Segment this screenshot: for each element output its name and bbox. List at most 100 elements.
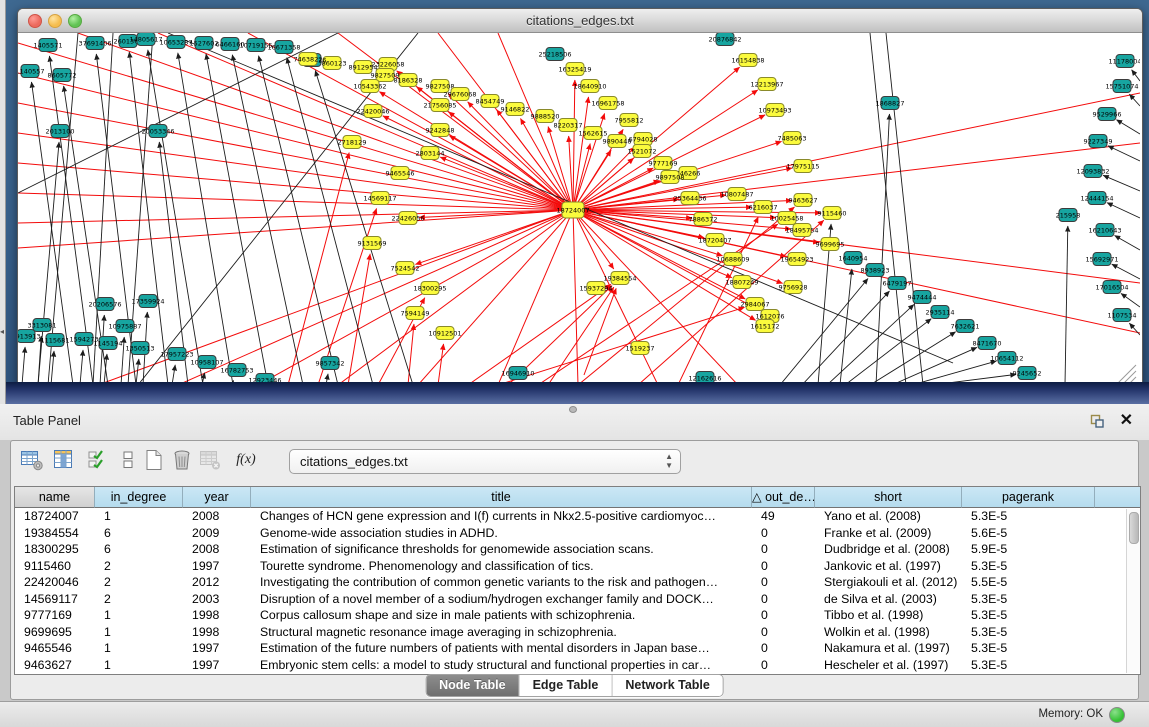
- graph-node[interactable]: 16782753: [220, 364, 253, 377]
- tab-network-table[interactable]: Network Table: [612, 675, 723, 696]
- graph-node[interactable]: 18300295: [413, 282, 446, 295]
- graph-node[interactable]: 18807249: [725, 276, 758, 289]
- graph-node[interactable]: 15751074: [1105, 80, 1138, 93]
- graph-node[interactable]: 18640910: [573, 80, 606, 93]
- graph-node[interactable]: 2013100: [46, 125, 75, 138]
- graph-node[interactable]: 25218506: [538, 48, 571, 61]
- graph-node[interactable]: 20053346: [141, 125, 174, 138]
- graph-node[interactable]: 10807487: [720, 188, 753, 201]
- delete-table-button[interactable]: [197, 447, 223, 473]
- graph-node[interactable]: 12213967: [750, 78, 783, 91]
- graph-node[interactable]: 1107534: [1108, 309, 1137, 322]
- graph-node[interactable]: 25364436: [673, 192, 706, 205]
- graph-node[interactable]: 12444154: [1080, 192, 1113, 205]
- float-panel-icon[interactable]: [1089, 413, 1105, 429]
- graph-node[interactable]: 7594149: [401, 307, 430, 320]
- graph-node[interactable]: 14569117: [363, 192, 396, 205]
- table-row[interactable]: 1456911722003Disruption of a novel membe…: [15, 591, 1140, 608]
- table-row[interactable]: 946362711997Embryonic stem cells: a mode…: [15, 657, 1140, 674]
- table-scrollbar[interactable]: [1126, 509, 1140, 673]
- graph-node[interactable]: 1615172: [751, 320, 780, 333]
- graph-node[interactable]: 21756085: [423, 99, 456, 112]
- graph-node[interactable]: 6794028: [629, 133, 658, 146]
- graph-node[interactable]: 9463627: [789, 194, 818, 207]
- graph-node[interactable]: 37691406: [78, 37, 111, 50]
- graph-node[interactable]: 8186328: [394, 74, 423, 87]
- graph-node[interactable]: 7524542: [391, 262, 420, 275]
- graph-node[interactable]: 16325419: [558, 63, 591, 76]
- citation-network-graph[interactable]: 1872400725218506163254191864091016961758…: [18, 33, 1140, 385]
- table-settings-button[interactable]: [19, 447, 45, 473]
- graph-node[interactable]: 9699695: [816, 238, 845, 251]
- graph-node[interactable]: 8605772: [48, 69, 77, 82]
- graph-node[interactable]: 20876842: [708, 33, 741, 46]
- graph-node[interactable]: 16671358: [267, 41, 300, 54]
- network-window-titlebar[interactable]: citations_edges.txt: [18, 9, 1142, 33]
- graph-node[interactable]: 16210643: [1088, 224, 1121, 237]
- graph-node[interactable]: 9131569: [358, 237, 387, 250]
- column-header-in_degree[interactable]: in_degree: [95, 487, 183, 508]
- graph-node[interactable]: 1405571: [34, 39, 63, 52]
- show-column-button[interactable]: [51, 447, 77, 473]
- left-splitter-collapse-icon[interactable]: ◂: [0, 328, 4, 336]
- graph-node[interactable]: 7886372: [689, 213, 718, 226]
- graph-node[interactable]: 19654923: [780, 253, 813, 266]
- graph-node[interactable]: 1115681: [41, 334, 70, 347]
- table-row[interactable]: 2242004622012Investigating the contribut…: [15, 574, 1140, 591]
- resize-grip[interactable]: [1118, 365, 1136, 383]
- scrollbar-thumb[interactable]: [1129, 512, 1139, 544]
- table-row[interactable]: 1938455462009Genome-wide association stu…: [15, 525, 1140, 542]
- graph-node[interactable]: 10543362: [353, 80, 386, 93]
- table-select-dropdown[interactable]: citations_edges.txt ▲▼: [289, 449, 681, 474]
- table-row[interactable]: 969969511998Structural magnetic resonanc…: [15, 624, 1140, 641]
- row-height-button[interactable]: [115, 447, 141, 473]
- graph-node[interactable]: 10973493: [758, 104, 791, 117]
- graph-node[interactable]: 9146822: [501, 103, 530, 116]
- graph-node[interactable]: 17359924: [131, 295, 164, 308]
- graph-node[interactable]: 18720407: [698, 234, 731, 247]
- close-panel-icon[interactable]: ✕: [1120, 410, 1133, 430]
- tab-node-table[interactable]: Node Table: [426, 675, 519, 696]
- graph-node[interactable]: 1527602: [190, 37, 219, 50]
- column-header-out_degree[interactable]: △ out_de…: [752, 487, 815, 508]
- graph-node[interactable]: 10975887: [108, 320, 141, 333]
- graph-node[interactable]: 1640954: [839, 252, 868, 265]
- table-row[interactable]: 977716911998Corpus callosum shape and si…: [15, 607, 1140, 624]
- graph-node[interactable]: 1521072: [628, 145, 657, 158]
- graph-node[interactable]: 2935114: [926, 306, 955, 319]
- table-row[interactable]: 946554611997Estimation of the future num…: [15, 640, 1140, 657]
- splitter-handle[interactable]: [569, 406, 577, 413]
- graph-node[interactable]: 15692971: [1085, 253, 1118, 266]
- graph-node[interactable]: 9115460: [818, 207, 847, 220]
- graph-node[interactable]: 7632621: [951, 320, 980, 333]
- graph-node[interactable]: 8938923: [861, 264, 890, 277]
- graph-node[interactable]: 15937294: [579, 282, 612, 295]
- graph-node[interactable]: 9913913: [18, 330, 40, 343]
- graph-node[interactable]: 16961758: [591, 97, 624, 110]
- table-row[interactable]: 1872400712008Changes of HCN gene express…: [15, 508, 1140, 525]
- graph-node[interactable]: 215958: [1056, 209, 1081, 222]
- graph-node[interactable]: 17957223: [160, 348, 193, 361]
- graph-node[interactable]: 1868827: [876, 97, 905, 110]
- select-columns-button[interactable]: [85, 447, 111, 473]
- graph-node[interactable]: 10688609: [716, 253, 749, 266]
- column-header-pagerank[interactable]: pagerank: [962, 487, 1095, 508]
- graph-node[interactable]: 10654112: [990, 352, 1023, 365]
- tab-edge-table[interactable]: Edge Table: [520, 675, 613, 696]
- graph-node[interactable]: 9529966: [1093, 108, 1122, 121]
- network-canvas[interactable]: 1872400725218506163254191864091016961758…: [18, 33, 1140, 385]
- graph-node[interactable]: 1140557: [18, 65, 44, 78]
- function-builder-button[interactable]: f(x): [233, 447, 259, 473]
- new-table-button[interactable]: [141, 447, 167, 473]
- table-row[interactable]: 911546021997Tourette syndrome. Phenomeno…: [15, 558, 1140, 575]
- column-header-title[interactable]: title: [251, 487, 752, 508]
- column-header-name[interactable]: name: [15, 487, 95, 508]
- graph-node[interactable]: 9777169: [649, 157, 678, 170]
- graph-node[interactable]: 16154838: [731, 54, 764, 67]
- graph-node[interactable]: 10912501: [428, 327, 461, 340]
- graph-node[interactable]: 10653287: [159, 36, 192, 49]
- delete-column-trash-button[interactable]: [169, 447, 195, 473]
- column-header-year[interactable]: year: [183, 487, 251, 508]
- column-header-short[interactable]: short: [815, 487, 962, 508]
- graph-node[interactable]: 17975115: [786, 160, 819, 173]
